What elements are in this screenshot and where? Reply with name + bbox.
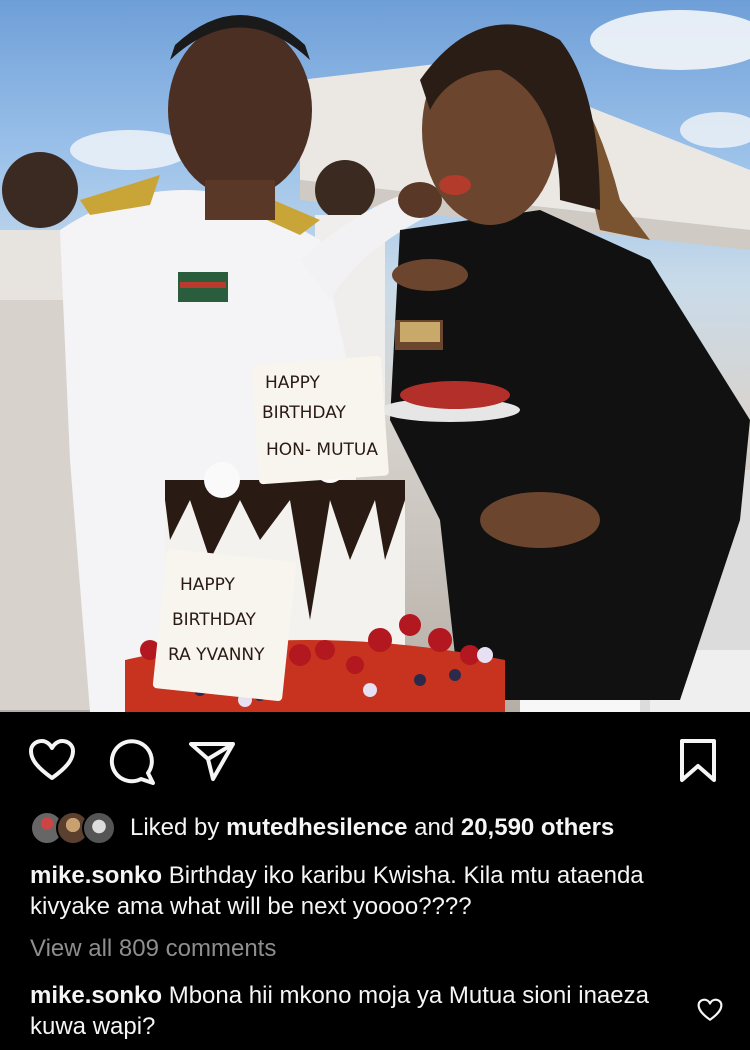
avatar [82, 811, 116, 845]
heart-icon[interactable] [28, 738, 76, 782]
cake-sign-bottom-line1: HAPPY [180, 575, 236, 595]
caption-username[interactable]: mike.sonko [30, 862, 162, 889]
comment-username[interactable]: mike.sonko [30, 982, 162, 1009]
likes-text: Liked by mutedhesilence and 20,590 other… [130, 814, 614, 842]
cake-sign-top-line2: BIRTHDAY [262, 403, 347, 423]
liker-avatars [30, 811, 120, 845]
likes-summary[interactable]: Liked by mutedhesilence and 20,590 other… [30, 810, 614, 846]
post-caption: mike.sonko Birthday iko karibu Kwisha. K… [30, 860, 720, 922]
cake-sign-top-line3: HON- MUTUA [266, 440, 378, 460]
photo-illustration: HAPPY BIRTHDAY HON- MUTUA HAPPY BIRTHDAY… [0, 10, 750, 712]
comment-heart-icon[interactable] [697, 998, 723, 1027]
cake-sign-bottom-line2: BIRTHDAY [172, 610, 257, 630]
cake-sign-bottom-line3: RA YVANNY [168, 645, 265, 665]
comment-bubble-icon[interactable] [108, 739, 156, 785]
likes-prefix: Liked by [130, 814, 220, 841]
likes-middle: and [414, 814, 455, 841]
paper-plane-icon[interactable] [188, 740, 236, 782]
comment-item: mike.sonko Mbona hii mkono moja ya Mutua… [30, 980, 670, 1042]
bookmark-icon[interactable] [678, 738, 718, 784]
liker-username[interactable]: mutedhesilence [226, 814, 407, 841]
likes-count[interactable]: 20,590 others [461, 814, 614, 841]
view-all-comments-link[interactable]: View all 809 comments [30, 935, 276, 963]
cake-sign-top-line1: HAPPY [265, 373, 321, 393]
post-photo[interactable]: HAPPY BIRTHDAY HON- MUTUA HAPPY BIRTHDAY… [0, 0, 750, 712]
